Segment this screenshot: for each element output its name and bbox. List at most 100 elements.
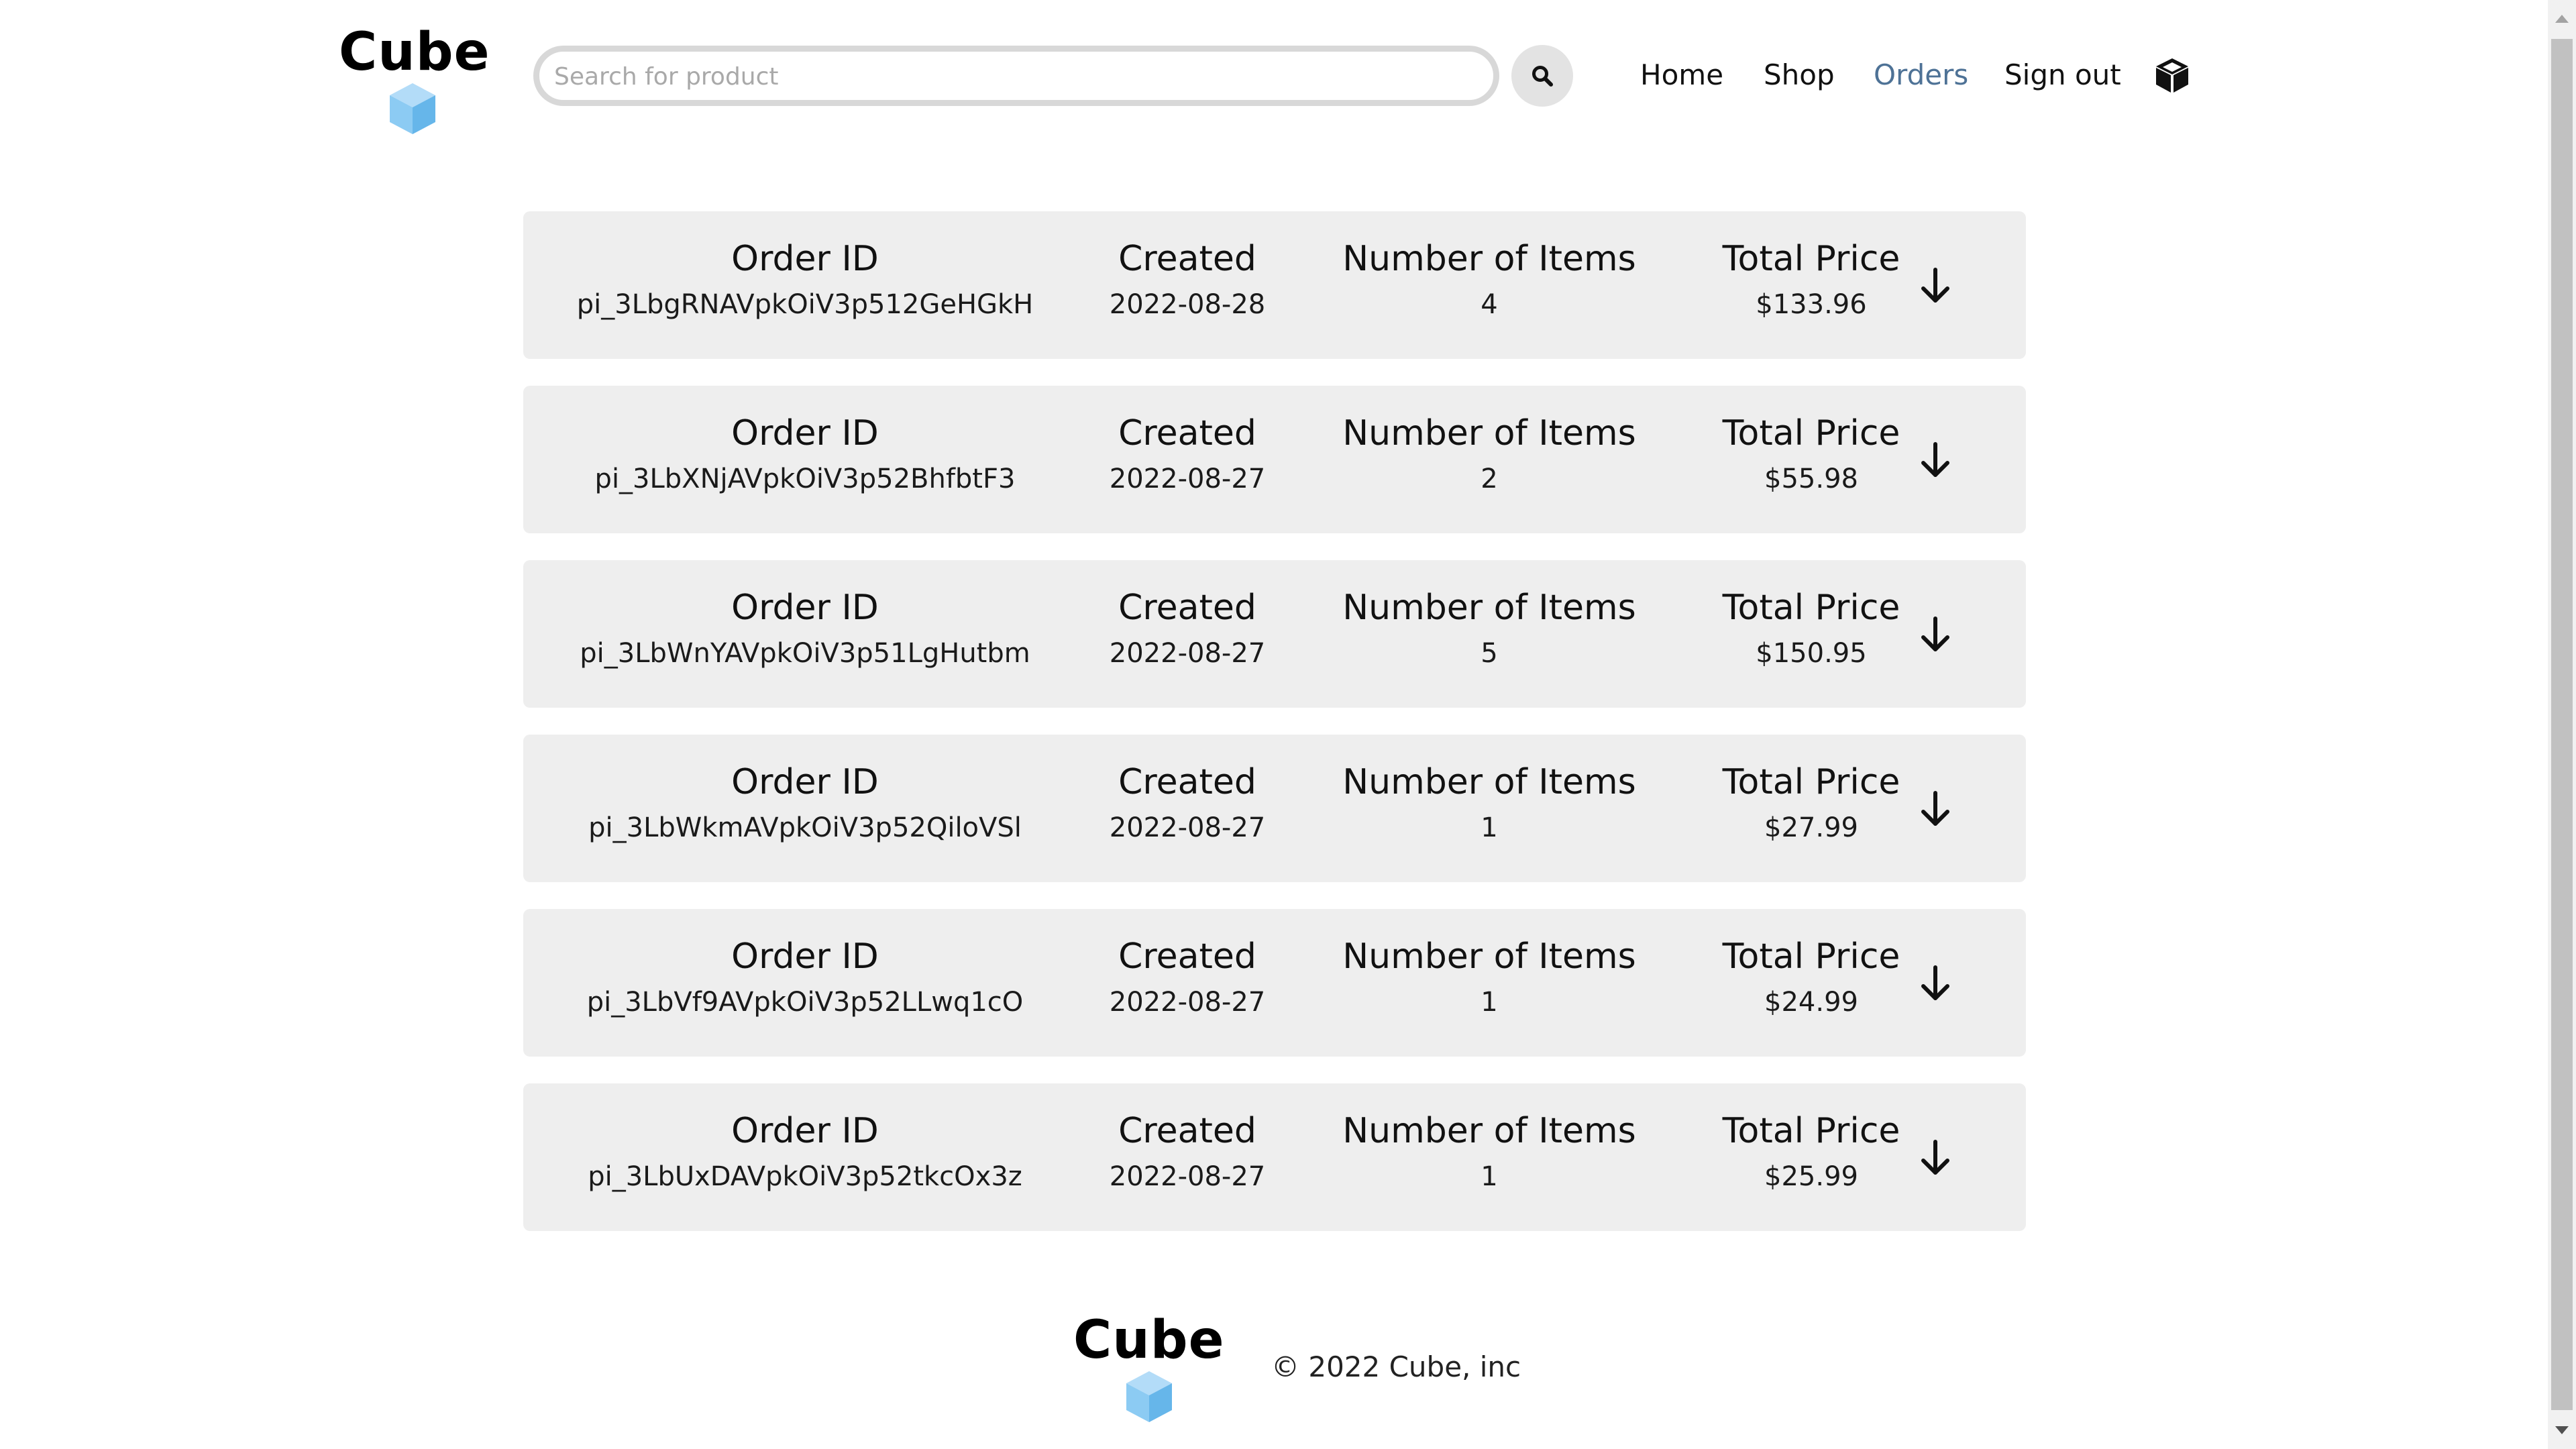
search-icon (1532, 66, 1553, 87)
search-button[interactable] (1511, 45, 1573, 107)
created-value: 2022-08-27 (1109, 812, 1266, 843)
items-heading: Number of Items (1342, 239, 1636, 279)
total-column: Total Price $55.98 (1677, 413, 1945, 496)
total-heading: Total Price (1722, 1111, 1900, 1151)
items-column: Number of Items 1 (1315, 1110, 1664, 1193)
order-id-value: pi_3LbXNjAVpkOiV3p52BhfbtF3 (594, 464, 1016, 494)
search-input[interactable] (553, 52, 1481, 101)
order-id-heading: Order ID (731, 413, 879, 453)
order-id-column: Order ID pi_3LbWnYAVpkOiV3p51LgHutbm (550, 587, 1060, 670)
vertical-scrollbar[interactable] (2548, 0, 2576, 1449)
items-column: Number of Items 1 (1315, 761, 1664, 845)
created-value: 2022-08-27 (1109, 1161, 1266, 1192)
arrow-down-icon[interactable] (1912, 959, 1959, 1006)
items-column: Number of Items 1 (1315, 936, 1664, 1019)
created-column: Created 2022-08-27 (1087, 761, 1288, 845)
created-value: 2022-08-27 (1109, 464, 1266, 494)
cube-logo-icon (390, 83, 435, 134)
arrow-down-icon[interactable] (1912, 262, 1959, 309)
created-heading: Created (1118, 1111, 1256, 1151)
arrow-down-icon[interactable] (1912, 1134, 1959, 1181)
logo-text: Cube (339, 22, 490, 83)
order-id-heading: Order ID (731, 239, 879, 279)
total-column: Total Price $25.99 (1677, 1110, 1945, 1193)
items-heading: Number of Items (1342, 762, 1636, 802)
created-value: 2022-08-27 (1109, 987, 1266, 1018)
site-logo[interactable]: Cube (339, 20, 490, 134)
total-column: Total Price $24.99 (1677, 936, 1945, 1019)
order-id-value: pi_3LbWkmAVpkOiV3p52QiloVSl (588, 812, 1022, 843)
items-column: Number of Items 5 (1315, 587, 1664, 670)
order-card[interactable]: Order ID pi_3LbgRNAVpkOiV3p512GeHGkH Cre… (523, 211, 2026, 359)
cube-logo-icon (1126, 1371, 1172, 1422)
total-heading: Total Price (1722, 413, 1900, 453)
created-column: Created 2022-08-28 (1087, 238, 1288, 321)
nav-shop[interactable]: Shop (1764, 55, 1835, 95)
order-card[interactable]: Order ID pi_3LbWnYAVpkOiV3p51LgHutbm Cre… (523, 560, 2026, 708)
items-column: Number of Items 2 (1315, 413, 1664, 496)
created-heading: Created (1118, 413, 1256, 453)
total-heading: Total Price (1722, 239, 1900, 279)
created-heading: Created (1118, 239, 1256, 279)
created-column: Created 2022-08-27 (1087, 936, 1288, 1019)
order-id-heading: Order ID (731, 588, 879, 628)
total-heading: Total Price (1722, 588, 1900, 628)
total-heading: Total Price (1722, 762, 1900, 802)
arrow-down-icon[interactable] (1912, 785, 1959, 832)
nav-orders[interactable]: Orders (1874, 55, 1968, 95)
copyright-text: © 2022 Cube, inc (1271, 1350, 1521, 1383)
order-id-column: Order ID pi_3LbVf9AVpkOiV3p52LLwq1cO (550, 936, 1060, 1019)
created-column: Created 2022-08-27 (1087, 413, 1288, 496)
arrow-down-icon[interactable] (1912, 610, 1959, 657)
items-value: 1 (1481, 812, 1498, 843)
site-header: Cube Home Shop Orders Sign out (0, 0, 2542, 161)
nav-sign-out[interactable]: Sign out (2004, 55, 2121, 95)
scroll-up-icon[interactable] (2548, 5, 2576, 34)
created-heading: Created (1118, 762, 1256, 802)
items-value: 2 (1481, 464, 1498, 494)
footer-logo-text: Cube (1073, 1310, 1225, 1371)
created-column: Created 2022-08-27 (1087, 1110, 1288, 1193)
order-card[interactable]: Order ID pi_3LbWkmAVpkOiV3p52QiloVSl Cre… (523, 735, 2026, 882)
order-id-column: Order ID pi_3LbWkmAVpkOiV3p52QiloVSl (550, 761, 1060, 845)
items-value: 4 (1481, 289, 1498, 320)
cube-icon[interactable] (2153, 56, 2191, 94)
order-id-column: Order ID pi_3LbUxDAVpkOiV3p52tkcOx3z (550, 1110, 1060, 1193)
created-value: 2022-08-27 (1109, 638, 1266, 669)
scrollbar-thumb[interactable] (2551, 39, 2573, 1410)
items-column: Number of Items 4 (1315, 238, 1664, 321)
order-id-value: pi_3LbgRNAVpkOiV3p512GeHGkH (576, 289, 1034, 320)
arrow-down-icon[interactable] (1912, 436, 1959, 483)
total-column: Total Price $133.96 (1677, 238, 1945, 321)
total-value: $27.99 (1764, 812, 1858, 843)
order-id-heading: Order ID (731, 1111, 879, 1151)
total-value: $133.96 (1756, 289, 1867, 320)
total-heading: Total Price (1722, 936, 1900, 977)
order-card[interactable]: Order ID pi_3LbXNjAVpkOiV3p52BhfbtF3 Cre… (523, 386, 2026, 533)
orders-list: Order ID pi_3LbgRNAVpkOiV3p512GeHGkH Cre… (523, 211, 2026, 1258)
order-card[interactable]: Order ID pi_3LbVf9AVpkOiV3p52LLwq1cO Cre… (523, 909, 2026, 1057)
items-value: 1 (1481, 987, 1498, 1018)
footer-logo[interactable]: Cube (1073, 1308, 1224, 1429)
order-id-heading: Order ID (731, 762, 879, 802)
items-heading: Number of Items (1342, 413, 1636, 453)
nav-home[interactable]: Home (1640, 55, 1723, 95)
order-card[interactable]: Order ID pi_3LbUxDAVpkOiV3p52tkcOx3z Cre… (523, 1083, 2026, 1231)
created-column: Created 2022-08-27 (1087, 587, 1288, 670)
order-id-heading: Order ID (731, 936, 879, 977)
items-heading: Number of Items (1342, 588, 1636, 628)
items-heading: Number of Items (1342, 1111, 1636, 1151)
total-value: $55.98 (1764, 464, 1858, 494)
total-column: Total Price $150.95 (1677, 587, 1945, 670)
scroll-down-icon[interactable] (2548, 1415, 2576, 1444)
order-id-column: Order ID pi_3LbgRNAVpkOiV3p512GeHGkH (550, 238, 1060, 321)
order-id-value: pi_3LbWnYAVpkOiV3p51LgHutbm (580, 638, 1030, 669)
created-heading: Created (1118, 936, 1256, 977)
order-id-value: pi_3LbUxDAVpkOiV3p52tkcOx3z (588, 1161, 1022, 1192)
total-value: $24.99 (1764, 987, 1858, 1018)
created-value: 2022-08-28 (1109, 289, 1266, 320)
items-value: 5 (1481, 638, 1498, 669)
total-value: $25.99 (1764, 1161, 1858, 1192)
items-value: 1 (1481, 1161, 1498, 1192)
order-id-column: Order ID pi_3LbXNjAVpkOiV3p52BhfbtF3 (550, 413, 1060, 496)
